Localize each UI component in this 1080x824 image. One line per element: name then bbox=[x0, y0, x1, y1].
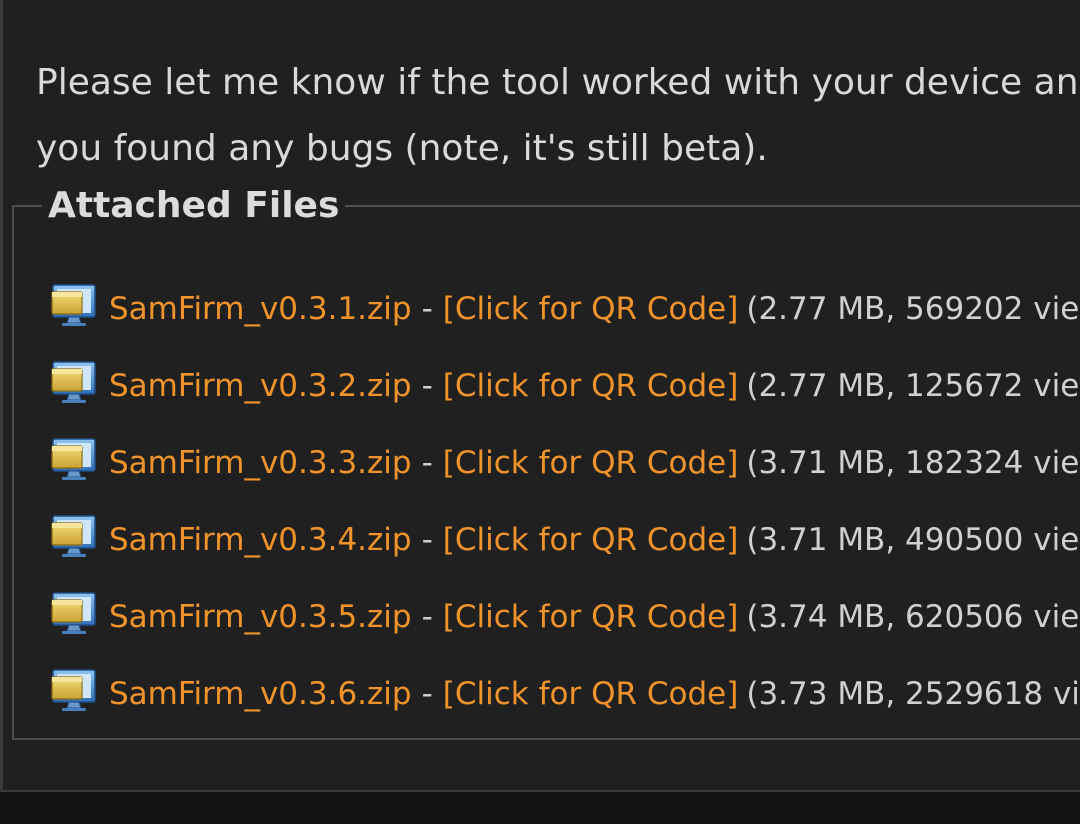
attachment-row: SamFirm_v0.3.3.zip - [Click for QR Code]… bbox=[49, 424, 1080, 501]
file-meta: (3.74 MB, 620506 views) bbox=[746, 598, 1080, 635]
separator: - bbox=[421, 290, 433, 327]
file-meta: (3.73 MB, 2529618 views) bbox=[746, 675, 1080, 712]
attached-files-legend: Attached Files bbox=[48, 185, 340, 226]
attachment-link[interactable]: SamFirm_v0.3.5.zip bbox=[109, 599, 412, 635]
zip-archive-icon bbox=[49, 588, 99, 638]
attachment-link[interactable]: SamFirm_v0.3.6.zip bbox=[109, 676, 412, 712]
post-message: Please let me know if the tool worked wi… bbox=[36, 50, 1080, 182]
zip-archive-icon bbox=[49, 357, 99, 407]
footer-bar bbox=[0, 790, 1080, 824]
zip-archive-icon bbox=[49, 280, 99, 330]
zip-archive-icon bbox=[49, 434, 99, 484]
attachment-link[interactable]: SamFirm_v0.3.2.zip bbox=[109, 368, 412, 404]
qr-code-link[interactable]: [Click for QR Code] bbox=[443, 291, 739, 327]
message-line-1: Please let me know if the tool worked wi… bbox=[36, 62, 1080, 103]
post-content: Please let me know if the tool worked wi… bbox=[0, 0, 1080, 790]
attachment-row: SamFirm_v0.3.5.zip - [Click for QR Code]… bbox=[49, 578, 1080, 655]
attachment-link[interactable]: SamFirm_v0.3.3.zip bbox=[109, 445, 412, 481]
attachment-link[interactable]: SamFirm_v0.3.1.zip bbox=[109, 291, 412, 327]
attachment-link[interactable]: SamFirm_v0.3.4.zip bbox=[109, 522, 412, 558]
file-meta: (2.77 MB, 569202 views) bbox=[746, 290, 1080, 327]
zip-archive-icon bbox=[49, 665, 99, 715]
message-line-2: you found any bugs (note, it's still bet… bbox=[36, 128, 768, 169]
file-meta: (3.71 MB, 182324 views) bbox=[746, 444, 1080, 481]
qr-code-link[interactable]: [Click for QR Code] bbox=[443, 445, 739, 481]
file-meta: (3.71 MB, 490500 views) bbox=[746, 521, 1080, 558]
attachment-row: SamFirm_v0.3.6.zip - [Click for QR Code]… bbox=[49, 655, 1080, 732]
qr-code-link[interactable]: [Click for QR Code] bbox=[443, 368, 739, 404]
qr-code-link[interactable]: [Click for QR Code] bbox=[443, 676, 739, 712]
attachment-list: SamFirm_v0.3.1.zip - [Click for QR Code]… bbox=[49, 270, 1080, 732]
separator: - bbox=[421, 675, 433, 712]
attachment-row: SamFirm_v0.3.1.zip - [Click for QR Code]… bbox=[49, 270, 1080, 347]
separator: - bbox=[421, 598, 433, 635]
attachment-row: SamFirm_v0.3.2.zip - [Click for QR Code]… bbox=[49, 347, 1080, 424]
separator: - bbox=[421, 521, 433, 558]
separator: - bbox=[421, 444, 433, 481]
zip-archive-icon bbox=[49, 511, 99, 561]
qr-code-link[interactable]: [Click for QR Code] bbox=[443, 522, 739, 558]
attachment-row: SamFirm_v0.3.4.zip - [Click for QR Code]… bbox=[49, 501, 1080, 578]
separator: - bbox=[421, 367, 433, 404]
attached-files-box: Attached Files SamFirm_v0.3.1.zip - [Cli… bbox=[12, 188, 1080, 740]
qr-code-link[interactable]: [Click for QR Code] bbox=[443, 599, 739, 635]
file-meta: (2.77 MB, 125672 views) bbox=[746, 367, 1080, 404]
